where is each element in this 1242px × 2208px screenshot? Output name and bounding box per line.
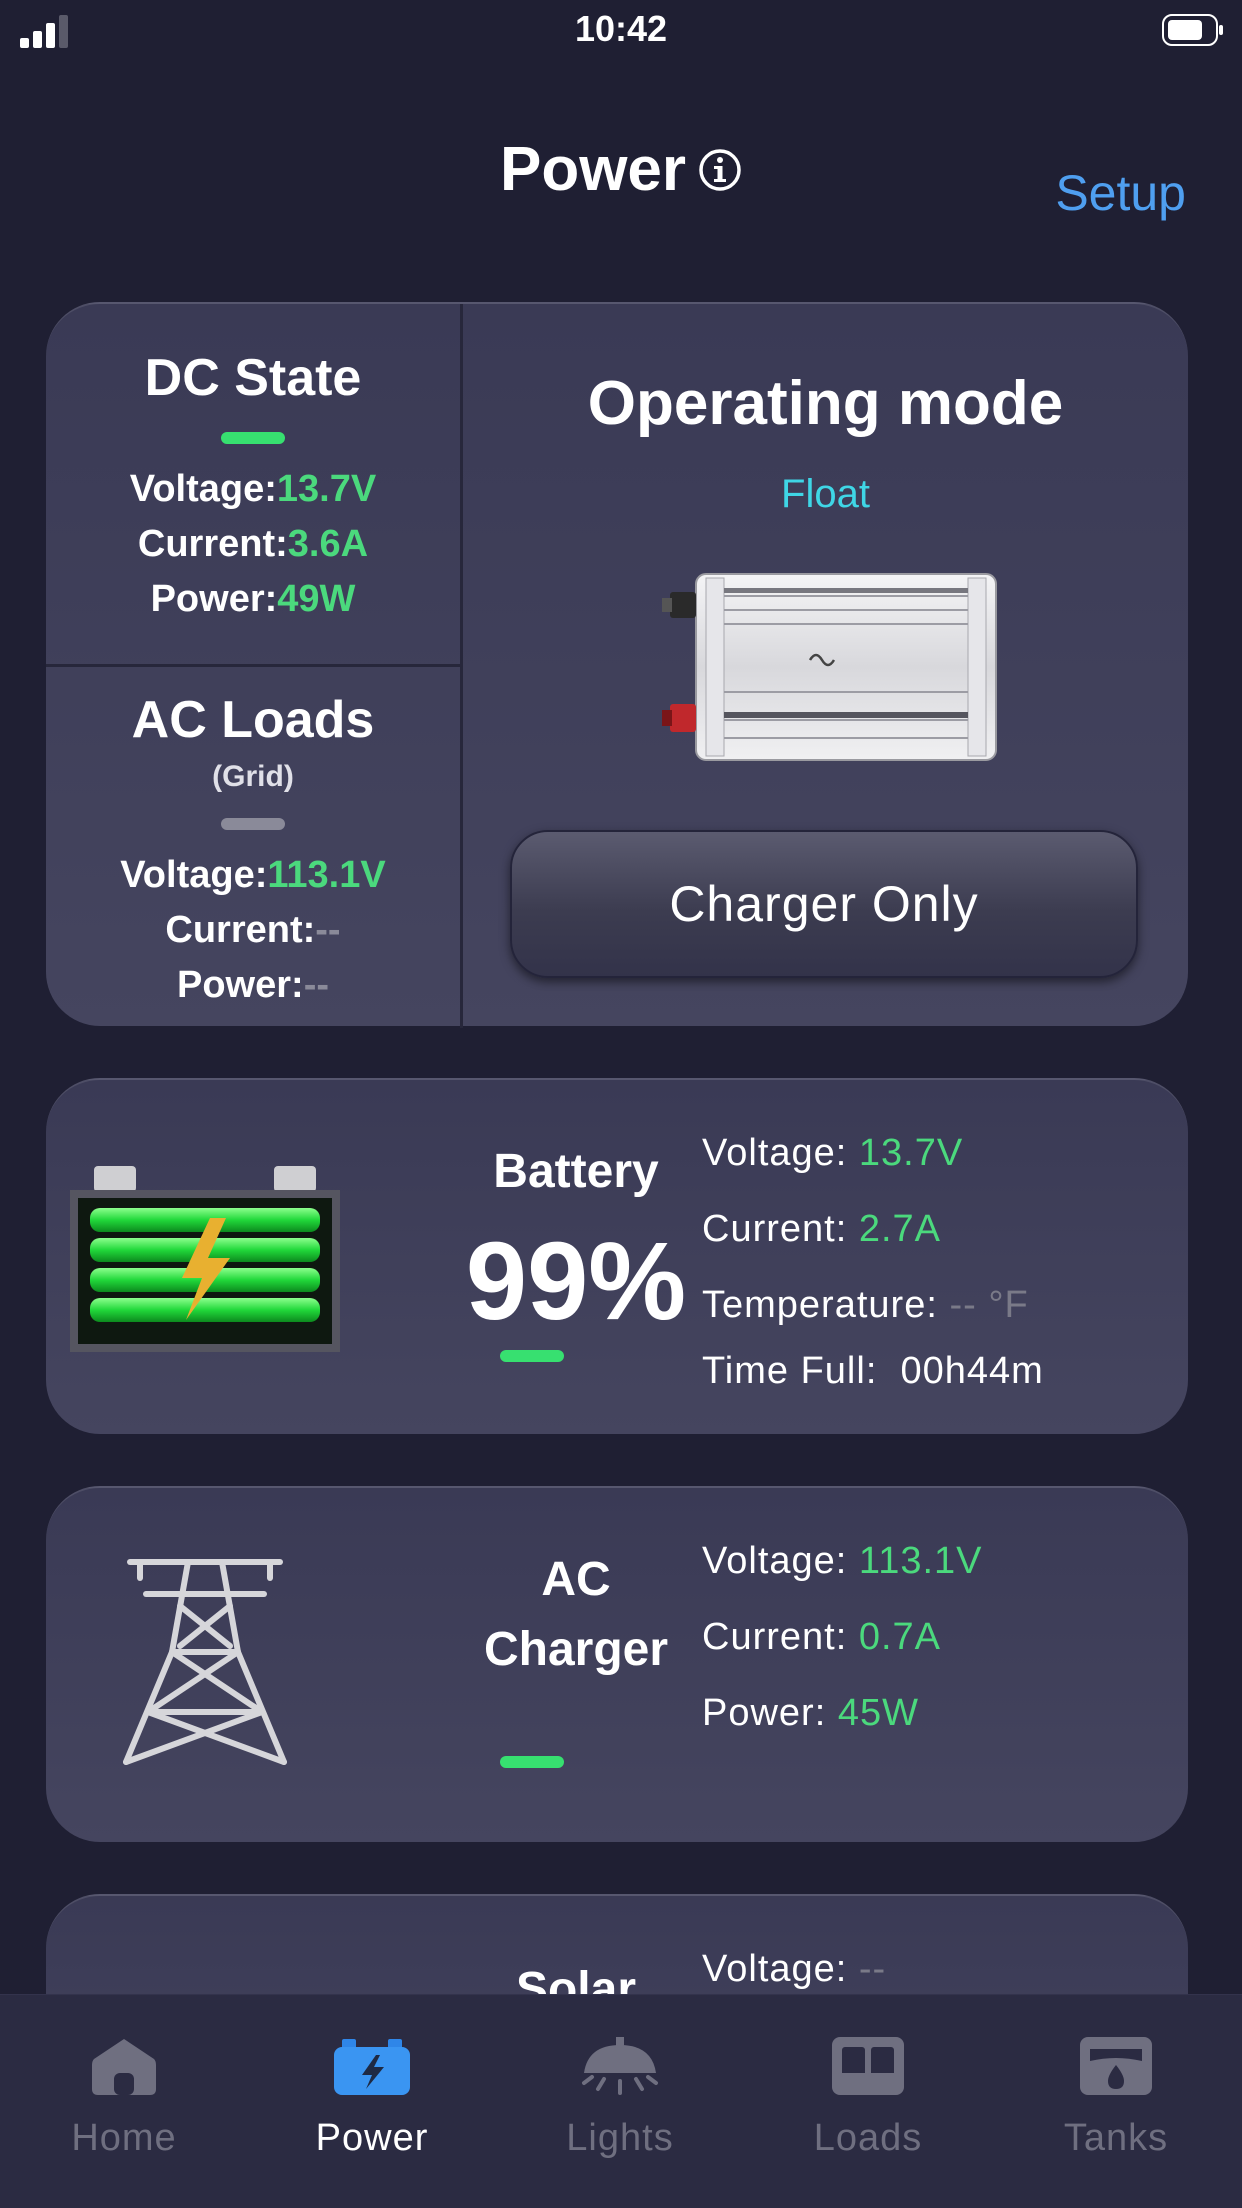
solar-voltage-label: Voltage: <box>702 1948 848 1990</box>
info-icon[interactable] <box>698 148 742 192</box>
tab-power[interactable]: Power <box>248 1995 496 2208</box>
solar-voltage-value: -- <box>858 1948 887 1990</box>
ac-charger-current-row: Current: 0.7A <box>702 1616 941 1659</box>
battery-indicator <box>500 1350 564 1362</box>
battery-temperature-row: Temperature: -- °F <box>702 1284 1029 1327</box>
ac-charger-indicator <box>500 1756 564 1768</box>
tab-lights-label: Lights <box>566 2117 674 2159</box>
ac-power-value: -- <box>303 964 329 1006</box>
tab-tanks-label: Tanks <box>1063 2117 1169 2159</box>
charger-only-button[interactable]: Charger Only <box>510 830 1138 978</box>
ac-power-row: Power:-- <box>46 964 460 1007</box>
battery-current-row: Current: 2.7A <box>702 1208 941 1251</box>
dc-current-value: 3.6A <box>287 523 369 565</box>
tab-home-label: Home <box>71 2117 177 2159</box>
tab-lights[interactable]: Lights <box>496 1995 744 2208</box>
ac-charger-card[interactable]: AC Charger Voltage: 113.1V Current: 0.7A… <box>46 1486 1188 1842</box>
tank-icon <box>1080 2037 1152 2095</box>
ac-charger-power-label: Power: <box>702 1692 827 1734</box>
battery-current-label: Current: <box>702 1208 848 1250</box>
tab-tanks[interactable]: Tanks <box>992 1995 1240 2208</box>
battery-temperature-value: -- °F <box>949 1284 1029 1326</box>
battery-current-value: 2.7A <box>858 1208 942 1250</box>
operating-mode-status: Float <box>781 472 870 516</box>
page-title-text: Power <box>499 135 687 204</box>
ac-loads-title: AC Loads <box>131 691 375 749</box>
battery-tab-icon <box>334 2039 410 2095</box>
tab-home[interactable]: Home <box>0 1995 248 2208</box>
ac-charger-voltage-label: Voltage: <box>702 1540 848 1582</box>
tab-loads-label: Loads <box>813 2117 923 2159</box>
dc-state-title: DC State <box>144 349 362 407</box>
ac-voltage-label: Voltage: <box>120 854 268 896</box>
dc-voltage-label: Voltage: <box>129 468 277 510</box>
dc-power-value: 49W <box>277 578 356 620</box>
power-tower-icon <box>123 1559 287 1765</box>
ac-charger-current-label: Current: <box>702 1616 848 1658</box>
ac-current-label: Current: <box>165 909 316 951</box>
ac-charger-voltage-row: Voltage: 113.1V <box>702 1540 983 1583</box>
ac-current-value: -- <box>315 909 341 951</box>
battery-temperature-label: Temperature: <box>702 1284 938 1326</box>
lamp-icon <box>582 2037 658 2095</box>
ac-charger-current-value: 0.7A <box>858 1616 942 1658</box>
tab-power-label: Power <box>315 2117 429 2159</box>
ac-charger-voltage-value: 113.1V <box>858 1540 983 1582</box>
status-time: 10:42 <box>574 8 668 49</box>
battery-card[interactable]: Battery 99% Voltage: 13.7V Current: 2.7A… <box>46 1078 1188 1434</box>
power-overview-card: DC State Voltage:13.7V Current:3.6A Powe… <box>46 302 1188 1028</box>
ac-loads-subtitle: (Grid) <box>212 760 294 793</box>
tab-bar: Home Power Lights Loads Tanks <box>0 1994 1242 2208</box>
ac-charger-power-row: Power: 45W <box>702 1692 919 1735</box>
panel-icon <box>832 2037 904 2095</box>
ac-loads-indicator <box>221 818 285 830</box>
tab-loads[interactable]: Loads <box>744 1995 992 2208</box>
dc-state-indicator <box>221 432 285 444</box>
ac-voltage-row: Voltage:113.1V <box>46 854 460 897</box>
dc-power-row: Power:49W <box>46 578 460 621</box>
battery-voltage-row: Voltage: 13.7V <box>702 1132 963 1175</box>
battery-voltage-value: 13.7V <box>858 1132 964 1174</box>
battery-time-full-value: 00h44m <box>900 1350 1044 1392</box>
home-icon <box>92 2039 156 2095</box>
dc-voltage-row: Voltage:13.7V <box>46 468 460 511</box>
dc-power-label: Power: <box>150 578 278 620</box>
dc-voltage-value: 13.7V <box>276 468 377 510</box>
status-battery-icon <box>1162 14 1223 46</box>
ac-voltage-value: 113.1V <box>267 854 386 896</box>
setup-link[interactable]: Setup <box>1055 164 1186 222</box>
dc-current-row: Current:3.6A <box>46 523 460 566</box>
operating-mode-title: Operating mode <box>587 369 1064 438</box>
dc-current-label: Current: <box>137 523 288 565</box>
ac-power-label: Power: <box>176 964 304 1006</box>
battery-icon <box>70 1166 340 1352</box>
horizontal-divider <box>46 664 460 667</box>
battery-time-full-row: Time Full: 00h44m <box>702 1350 1044 1393</box>
battery-voltage-label: Voltage: <box>702 1132 848 1174</box>
ac-current-row: Current:-- <box>46 909 460 952</box>
ac-charger-power-value: 45W <box>837 1692 919 1734</box>
battery-time-full-label: Time Full: <box>702 1350 878 1392</box>
inverter-icon <box>662 573 997 761</box>
solar-voltage-row: Voltage: -- <box>702 1948 886 1991</box>
